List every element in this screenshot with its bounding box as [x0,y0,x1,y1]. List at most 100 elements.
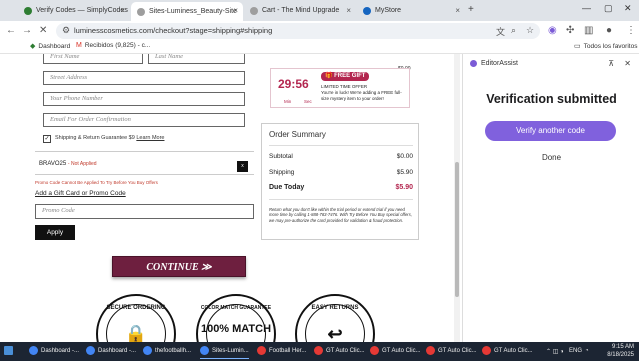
folder-icon: ▭ [574,43,581,50]
continue-button[interactable]: CONTINUE ≫ [112,256,246,277]
email-field[interactable]: Email For Order Confirmation [43,113,245,127]
taskbar-item-active[interactable]: Sites-Lumin... [200,346,249,359]
bookmark-dashboard[interactable]: ◆ Dashboard [30,42,71,51]
taskbar-label: GT Auto Clic... [494,347,533,354]
minimize-icon[interactable]: — [582,3,591,13]
tab-luminess[interactable]: Sites-Luminess_Beauty-Site × [131,2,243,21]
all-bookmarks[interactable]: ▭ Todos los favoritos [574,42,637,51]
last-name-field[interactable]: Last Name [148,54,245,64]
taskbar-item[interactable]: Dashboard -... [86,346,136,355]
close-window-icon[interactable]: ✕ [624,3,632,14]
apply-button[interactable]: Apply [35,225,75,240]
taskbar-label: GT Auto Clic... [438,347,477,354]
opera-icon [257,346,266,355]
taskbar-label: GT Auto Clic... [326,347,365,354]
verification-heading: Verification submitted [486,92,617,106]
scrollbar-thumb[interactable] [455,162,459,297]
taskbar-label: Dashboard -... [98,347,137,354]
profile-avatar-icon[interactable]: ● [606,25,612,36]
new-tab-icon[interactable]: + [468,4,474,15]
tab-strip: Verify Codes — SimplyCodes × Sites-Lumin… [0,0,639,21]
opera-icon [314,346,323,355]
check-circle-icon [24,6,32,15]
extension-icon[interactable]: ◉ [548,25,557,36]
page-scrollbar[interactable] [454,54,460,342]
phone-field[interactable]: Your Phone Number [43,92,245,106]
lock-icon: 🔒 [124,324,148,342]
language-indicator[interactable]: ENG [569,348,582,354]
extensions-puzzle-icon[interactable]: ✣ [566,25,574,36]
min-label: Min [284,99,292,104]
taskbar-item[interactable]: Dashboard -... [29,346,79,355]
shipping-row: Shipping $5.90 [269,169,413,176]
close-icon[interactable]: × [120,6,125,15]
taskbar-item[interactable]: GT Auto Clic... [314,346,365,355]
close-icon[interactable]: × [233,6,238,15]
divider [269,145,413,146]
divider [35,174,254,175]
editor-assist-logo-icon [470,60,477,67]
badge-text: SECURE ORDERING [106,305,166,311]
close-icon[interactable]: ✕ [624,59,631,68]
first-name-field[interactable]: First Name [43,54,143,64]
order-summary: Order Summary Subtotal $0.00 Shipping $5… [261,123,419,240]
site-info-icon[interactable]: ⚙ [62,25,70,36]
tray-icons[interactable]: ⌃ ◫ ◑ [546,348,564,355]
countdown-timer: 29:56 [278,77,309,91]
promo-error-text: Promo Code Cannot Be Applied To Try Befo… [35,180,158,185]
bookmark-star-icon[interactable]: ☆ [526,25,534,36]
back-icon[interactable]: ← [6,25,16,36]
taskbar-item[interactable]: thefootballh... [143,346,191,355]
close-icon[interactable]: × [455,6,460,15]
timer-offer-box: 29:56 Min Sec 🎁 FREE GIFT LIMITED TIME O… [270,68,410,108]
pin-icon[interactable]: ⊼ [608,59,614,68]
easy-returns-badge: EASY RETURNS ↩ [295,294,375,342]
site-icon [137,7,145,16]
street-address-field[interactable]: Street Address [43,71,245,85]
row-label: Due Today [269,184,305,191]
forward-icon[interactable]: → [22,25,32,36]
panel-header-icons: ⊼ ✕ [608,59,631,68]
menu-icon[interactable]: ⋮ [626,25,636,36]
row-value: $5.90 [395,184,413,191]
network-icon[interactable]: ◔ [585,348,589,354]
done-button[interactable]: Done [463,153,639,162]
address-bar[interactable]: ⚙ luminesscosmetics.com/checkout?stage=s… [56,23,540,39]
opera-icon [370,346,379,355]
gift-card-link[interactable]: Add a Gift Card or Promo Code [35,190,126,197]
checkout-page: First Name Last Name Street Address Your… [0,54,460,342]
tab-mystore[interactable]: MyStore × [357,2,465,19]
remove-promo-button[interactable]: x [237,161,248,172]
taskbar-item[interactable]: Football Her... [257,346,306,355]
taskbar-item[interactable]: GT Auto Clic... [482,346,533,355]
learn-more-link[interactable]: Learn More [136,135,164,141]
bookmark-gmail[interactable]: M Recibidos (9,825) - c... [76,42,150,49]
free-gift-badge: 🎁 FREE GIFT [321,72,370,81]
close-icon[interactable]: × [346,6,351,15]
bookmark-label: Recibidos (9,825) - c... [84,42,151,49]
start-icon[interactable] [4,346,16,355]
bookmark-label: Dashboard [38,42,71,50]
stop-icon[interactable]: ✕ [39,25,47,36]
chrome-icon [200,346,209,355]
chrome-icon [29,346,38,355]
zoom-icon[interactable]: ⌕ [511,25,516,36]
verify-another-button[interactable]: Verify another code [485,121,616,141]
tab-verify-codes[interactable]: Verify Codes — SimplyCodes × [18,2,130,19]
row-value: $5.90 [396,169,413,176]
fine-print: Return what you don't like within the tr… [269,207,412,223]
badge-text: COLOR MATCH GUARANTEE [200,305,272,311]
taskbar-item[interactable]: GT Auto Clic... [426,346,477,355]
translate-icon[interactable]: 文 [496,25,505,38]
guarantee-checkbox[interactable]: ✓ [43,135,51,143]
promo-code-input[interactable]: Promo Code [35,204,254,219]
row-label: Subtotal [269,153,293,160]
taskbar-item[interactable]: GT Auto Clic... [370,346,421,355]
maximize-icon[interactable]: ▢ [604,3,613,14]
store-icon [363,6,371,15]
tab-label: Cart - The Mind Upgrade [262,7,340,14]
tab-cart[interactable]: Cart - The Mind Upgrade × [244,2,356,19]
side-panel-icon[interactable]: ▥ [584,25,593,36]
offer-text: You're in luck! We're adding a FREE full… [321,90,402,101]
clock[interactable]: 9:15 AM 8/18/2025 [596,343,634,359]
